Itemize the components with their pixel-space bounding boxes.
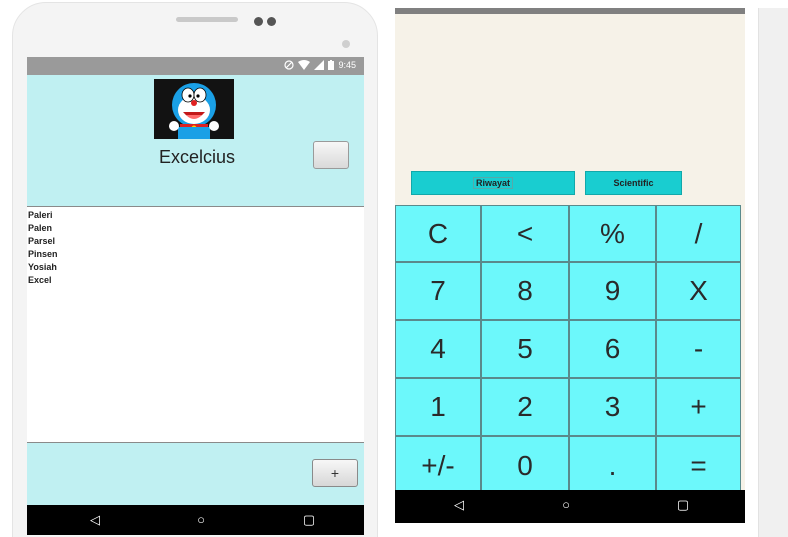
status-bar: 9:45 — [27, 57, 364, 75]
key-multiply[interactable]: X — [656, 262, 741, 320]
key-divide[interactable]: / — [656, 205, 741, 262]
calculator-keypad: C < % / 7 8 9 X 4 5 6 - 1 2 3 + +/- 0 . … — [395, 205, 741, 495]
wifi-icon — [298, 60, 311, 70]
key-4[interactable]: 4 — [395, 320, 481, 378]
back-icon[interactable]: ◁ — [87, 512, 103, 528]
tab-riwayat-label: Riwayat — [472, 177, 513, 189]
key-9[interactable]: 9 — [569, 262, 656, 320]
names-list[interactable]: Paleri Palen Parsel Pinsen Yosiah Excel — [27, 206, 364, 443]
signal-icon — [314, 60, 325, 70]
proximity-sensor — [342, 40, 350, 48]
home-icon[interactable]: ○ — [193, 512, 209, 528]
speaker-grille — [176, 17, 238, 22]
back-icon[interactable]: ◁ — [451, 497, 467, 513]
left-app-screen: 9:45 Excelcius Paleri Palen Parsel Pinse… — [27, 57, 364, 535]
key-7[interactable]: 7 — [395, 262, 481, 320]
key-plus[interactable]: + — [656, 378, 741, 436]
calculator-screen: Riwayat Scientific C < % / 7 8 9 X 4 5 6… — [395, 14, 745, 523]
key-decimal[interactable]: . — [569, 436, 656, 495]
key-1[interactable]: 1 — [395, 378, 481, 436]
tab-riwayat[interactable]: Riwayat — [411, 171, 575, 195]
do-not-disturb-icon — [284, 60, 295, 70]
key-backspace[interactable]: < — [481, 205, 569, 262]
battery-icon — [328, 60, 335, 70]
doraemon-avatar-image — [154, 79, 234, 139]
recents-icon[interactable]: ▢ — [675, 497, 691, 513]
avatar — [154, 79, 234, 139]
key-negate[interactable]: +/- — [395, 436, 481, 495]
nav-bar-right: ◁ ○ ▢ — [395, 490, 745, 523]
list-item[interactable]: Parsel — [28, 235, 364, 248]
key-6[interactable]: 6 — [569, 320, 656, 378]
nav-bar-left: ◁ ○ ▢ — [27, 505, 364, 535]
screenshot-stage: 9:45 Excelcius Paleri Palen Parsel Pinse… — [0, 0, 788, 537]
list-item[interactable]: Excel — [28, 274, 364, 287]
square-button[interactable] — [313, 141, 349, 169]
key-8[interactable]: 8 — [481, 262, 569, 320]
app-title: Excelcius — [158, 147, 236, 167]
key-5[interactable]: 5 — [481, 320, 569, 378]
list-item[interactable]: Yosiah — [28, 261, 364, 274]
key-3[interactable]: 3 — [569, 378, 656, 436]
key-0[interactable]: 0 — [481, 436, 569, 495]
list-item[interactable]: Palen — [28, 222, 364, 235]
side-panel-edge — [758, 8, 788, 537]
front-sensor-icon — [267, 17, 276, 26]
tab-scientific[interactable]: Scientific — [585, 171, 682, 195]
status-time: 9:45 — [338, 60, 356, 70]
home-icon[interactable]: ○ — [558, 497, 574, 513]
key-clear[interactable]: C — [395, 205, 481, 262]
add-button[interactable]: + — [312, 459, 358, 487]
key-minus[interactable]: - — [656, 320, 741, 378]
list-item[interactable]: Paleri — [28, 209, 364, 222]
list-item[interactable]: Pinsen — [28, 248, 364, 261]
front-camera-icon — [254, 17, 263, 26]
key-percent[interactable]: % — [569, 205, 656, 262]
key-2[interactable]: 2 — [481, 378, 569, 436]
recents-icon[interactable]: ▢ — [301, 512, 317, 528]
key-equals[interactable]: = — [656, 436, 741, 495]
